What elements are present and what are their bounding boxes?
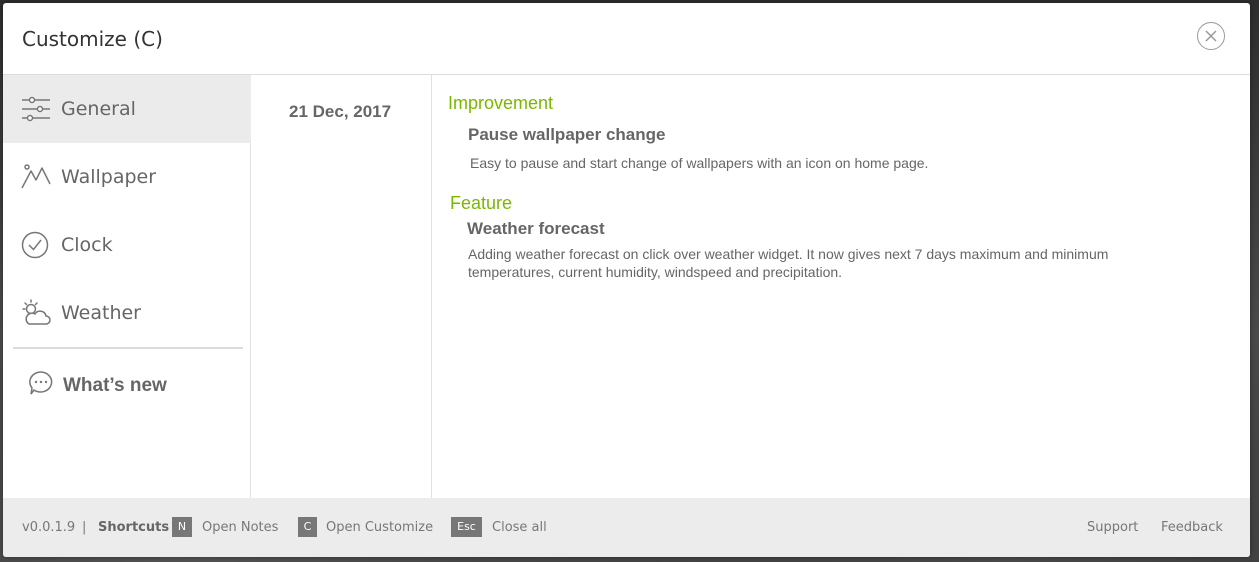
sidebar-item-weather[interactable]: Weather [3, 279, 251, 347]
customize-modal: Customize (C) General Wallpaper Clock We… [3, 3, 1250, 557]
footer-separator: | [82, 520, 87, 535]
shortcuts-label: Shortcuts [98, 520, 170, 535]
feedback-link[interactable]: Feedback [1161, 520, 1223, 535]
mountain-icon [21, 164, 51, 189]
release-date: 21 Dec, 2017 [289, 102, 392, 121]
release-date-column: 21 Dec, 2017 [251, 75, 432, 498]
shortcut-label: Open Notes [202, 520, 279, 535]
release-notes: Improvement Pause wallpaper change Easy … [433, 75, 1250, 498]
entry-title: Pause wallpaper change [468, 125, 666, 144]
sun-cloud-icon [22, 299, 51, 325]
sliders-icon [22, 96, 50, 122]
entry-title: Weather forecast [467, 219, 605, 238]
shortcut-label: Open Customize [326, 520, 434, 535]
entry-description: Easy to pause and start change of wallpa… [470, 155, 929, 171]
shortcut-key: Esc [451, 517, 482, 537]
sidebar-item-wallpaper[interactable]: Wallpaper [3, 143, 251, 211]
close-button[interactable] [1197, 22, 1225, 50]
check-circle-icon [21, 231, 49, 259]
modal-title: Customize (C) [22, 27, 163, 51]
entry-category: Feature [450, 193, 513, 213]
chat-bubble-icon [29, 371, 53, 395]
entry-category: Improvement [448, 93, 554, 113]
entry-description: Adding weather forecast on click over we… [468, 246, 1109, 280]
sidebar-item-general[interactable]: General [3, 75, 251, 143]
close-icon [1205, 30, 1217, 42]
modal-header: Customize (C) [3, 3, 1250, 75]
support-link[interactable]: Support [1087, 520, 1138, 535]
footer: v0.0.1.9 | Shortcuts N Open Notes C Open… [3, 498, 1250, 557]
version-label: v0.0.1.9 [22, 520, 76, 535]
sidebar-divider [13, 347, 243, 349]
sidebar-item-label: General [61, 98, 136, 120]
sidebar-item-whats-new[interactable]: What’s new [3, 355, 251, 415]
sidebar-item-label: Clock [61, 234, 113, 256]
shortcut-key: C [298, 517, 317, 537]
sidebar-item-label: Wallpaper [61, 166, 157, 188]
sidebar-item-label: Weather [61, 302, 141, 324]
sidebar-item-clock[interactable]: Clock [3, 211, 251, 279]
shortcut-label: Close all [492, 520, 547, 535]
sidebar-item-label: What’s new [63, 375, 167, 396]
sidebar: General Wallpaper Clock Weather What’s n… [3, 75, 251, 498]
shortcut-key: N [172, 517, 192, 537]
